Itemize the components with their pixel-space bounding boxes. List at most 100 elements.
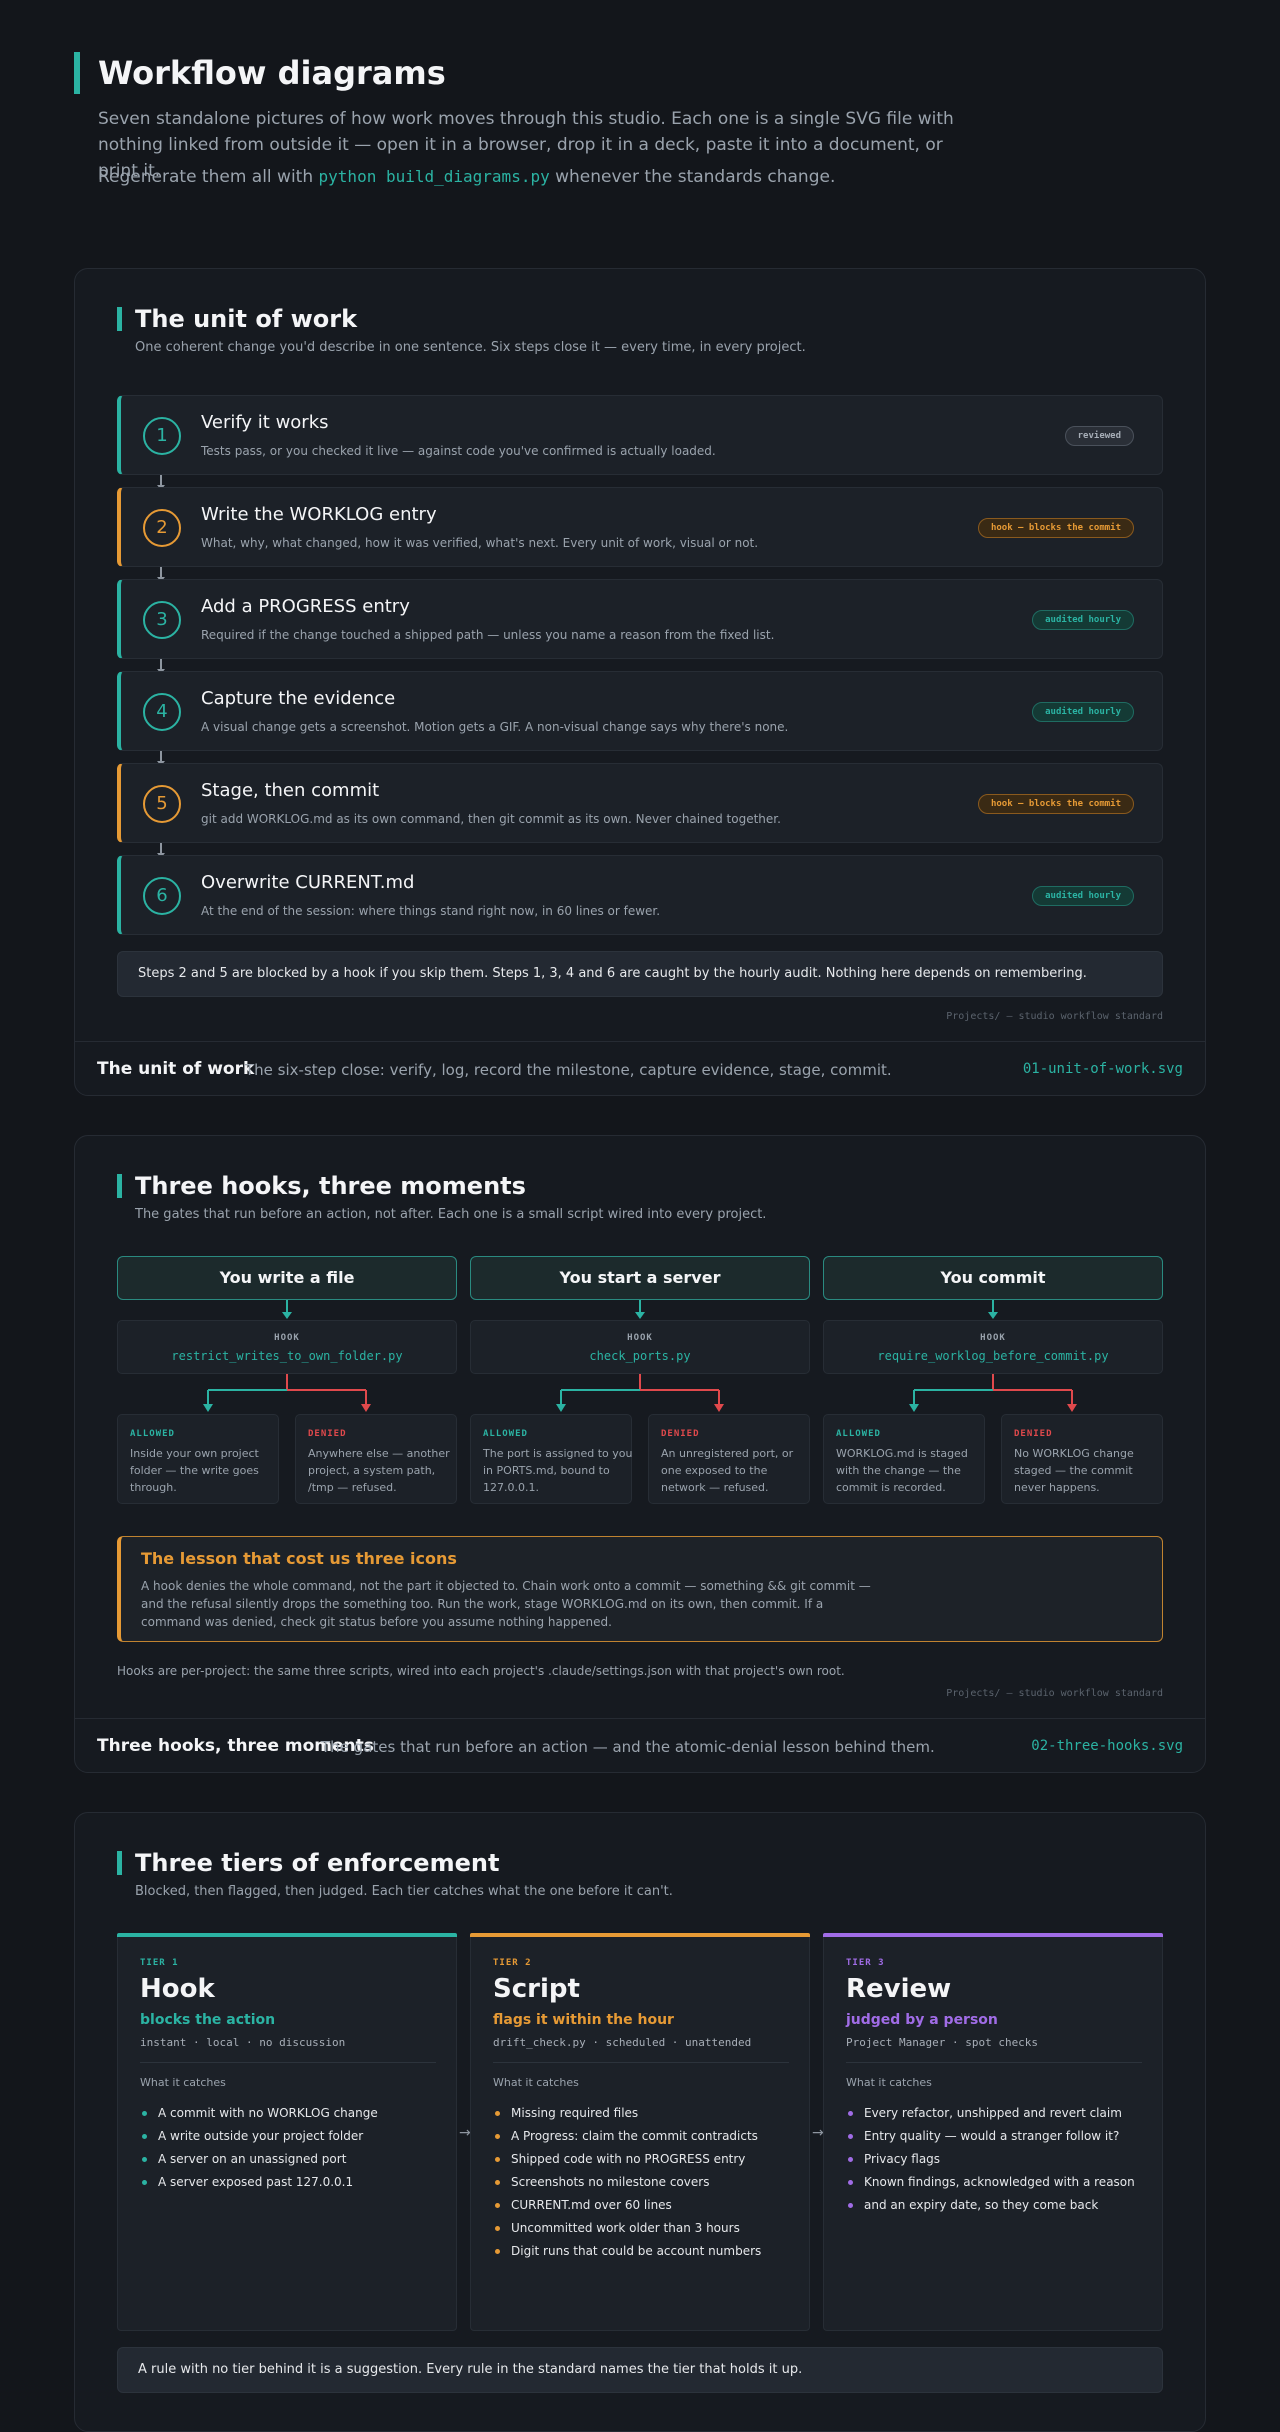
step-number: 5 <box>143 785 181 823</box>
step-number: 3 <box>143 601 181 639</box>
tiers-note: A rule with no tier behind it is a sugge… <box>117 2347 1163 2393</box>
step-badge: audited hourly <box>1032 702 1134 722</box>
hook-script-box: HOOK restrict_writes_to_own_folder.py <box>117 1320 457 1374</box>
hook-label: HOOK <box>274 1333 300 1343</box>
step-row: 4 Capture the evidence A visual change get… <box>117 671 1163 751</box>
outcome-description: An unregistered port, or one exposed to … <box>661 1447 794 1494</box>
outcome-label: ALLOWED <box>130 1429 175 1439</box>
lesson-text: A hook denies the whole command, not the… <box>141 1579 871 1629</box>
step-title: Verify it works <box>201 412 329 433</box>
hook-trigger: You start a server <box>470 1256 810 1300</box>
outcome-description: The port is assigned to you in PORTS.md,… <box>483 1447 633 1494</box>
card-accent-bar <box>117 1174 122 1198</box>
tier-catch-item: Every refactor, unshipped and revert cla… <box>846 2102 1156 2125</box>
tier-catch-item: Screenshots no milestone covers <box>493 2171 803 2194</box>
tier-meta: drift_check.py · scheduled · unattended <box>493 2036 752 2049</box>
tier-catch-item: A write outside your project folder <box>140 2125 450 2148</box>
step-description: What, why, what changed, how it was veri… <box>201 536 759 550</box>
footer-filename[interactable]: 01-unit-of-work.svg <box>1023 1061 1183 1077</box>
footer-description: The gates that run before an action — an… <box>321 1738 935 1756</box>
title-accent-bar <box>74 52 80 94</box>
outcome-description: Inside your own project folder — the wri… <box>130 1447 259 1494</box>
credit-line: Projects/ — studio workflow standard <box>946 1688 1163 1699</box>
tier-catch-item: Digit runs that could be account numbers <box>493 2240 803 2263</box>
three-hooks-card: Three hooks, three moments The gates tha… <box>74 1135 1206 1773</box>
regenerate-note: Regenerate them all with python build_di… <box>98 167 836 187</box>
tier-catch-item: Known findings, acknowledged with a reas… <box>846 2171 1156 2194</box>
footer-description: The six-step close: verify, log, record … <box>245 1061 892 1079</box>
tier-card: TIER 2 Script flags it within the hour drif… <box>470 1933 810 2331</box>
tiers-row: TIER 1 Hook blocks the action instant · loc… <box>117 1933 1163 2333</box>
step-connector-arrow <box>157 751 165 766</box>
hook-outcome-allowed: ALLOWED WORKLOG.md is staged with the cha… <box>823 1414 985 1504</box>
outcome-label: DENIED <box>308 1429 347 1439</box>
step-description: A visual change gets a screenshot. Motio… <box>201 720 789 734</box>
tier-catches-list: Every refactor, unshipped and revert cla… <box>846 2102 1156 2217</box>
tier-catch-item: Missing required files <box>493 2102 803 2125</box>
step-badge: audited hourly <box>1032 886 1134 906</box>
tier-catches-heading: What it catches <box>846 2076 932 2089</box>
step-row: 1 Verify it works Tests pass, or you check… <box>117 395 1163 475</box>
tier-accent-bar <box>470 1933 810 1937</box>
step-connector-arrow <box>157 659 165 674</box>
hook-script-name: require_worklog_before_commit.py <box>877 1349 1109 1363</box>
regenerate-command: python build_diagrams.py <box>318 167 550 186</box>
tier-catch-item: A server exposed past 127.0.0.1 <box>140 2171 450 2194</box>
lesson-callout: The lesson that cost us three icons A ho… <box>117 1536 1163 1642</box>
hook-trigger: You write a file <box>117 1256 457 1300</box>
unit-of-work-card: The unit of work One coherent change you… <box>74 268 1206 1096</box>
tier-catches-heading: What it catches <box>493 2076 579 2089</box>
tier-tagline: blocks the action <box>140 2012 276 2028</box>
tier-name: Review <box>846 1974 952 2004</box>
card-subtitle: Blocked, then flagged, then judged. Each… <box>135 1884 673 1899</box>
tier-arrow-icon: → <box>459 2125 471 2141</box>
step-badge: hook — blocks the commit <box>977 794 1134 814</box>
tier-arrow-icon: → <box>812 2125 824 2141</box>
lesson-title: The lesson that cost us three icons <box>141 1549 457 1568</box>
hook-trigger: You commit <box>823 1256 1163 1300</box>
step-description: At the end of the session: where things … <box>201 904 661 918</box>
tier-divider <box>846 2062 1142 2063</box>
tier-meta: Project Manager · spot checks <box>846 2036 1039 2049</box>
outcome-description: WORKLOG.md is staged with the change — t… <box>836 1447 968 1494</box>
page-title: Workflow diagrams <box>98 54 446 92</box>
hook-script-name: check_ports.py <box>589 1349 691 1363</box>
step-description: git add WORKLOG.md as its own command, t… <box>201 812 781 826</box>
tier-catches-heading: What it catches <box>140 2076 226 2089</box>
three-tiers-card: Three tiers of enforcement Blocked, then… <box>74 1812 1206 2432</box>
hook-outcome-allowed: ALLOWED Inside your own project folder — … <box>117 1414 279 1504</box>
tier-catch-item: CURRENT.md over 60 lines <box>493 2194 803 2217</box>
step-description: Tests pass, or you checked it live — aga… <box>201 444 716 458</box>
step-row: 2 Write the WORKLOG entry What, why, what … <box>117 487 1163 567</box>
card-accent-bar <box>117 1851 122 1875</box>
card-title: Three hooks, three moments <box>135 1172 526 1200</box>
footer-title: The unit of work <box>97 1059 255 1079</box>
step-title: Stage, then commit <box>201 780 380 801</box>
step-badge: audited hourly <box>1032 610 1134 630</box>
tier-card: TIER 1 Hook blocks the action instant · loc… <box>117 1933 457 2331</box>
footer-filename[interactable]: 02-three-hooks.svg <box>1031 1738 1183 1754</box>
tier-catch-item: A commit with no WORKLOG change <box>140 2102 450 2125</box>
tier-name: Script <box>493 1974 580 2004</box>
step-number: 2 <box>143 509 181 547</box>
step-number: 6 <box>143 877 181 915</box>
step-badge: reviewed <box>1064 426 1134 446</box>
step-number: 4 <box>143 693 181 731</box>
hook-script-box: HOOK require_worklog_before_commit.py <box>823 1320 1163 1374</box>
outcome-description: No WORKLOG change staged — the commit ne… <box>1014 1447 1134 1494</box>
step-connector-arrow <box>157 567 165 582</box>
step-connector-arrow <box>157 843 165 858</box>
card-subtitle: One coherent change you'd describe in on… <box>135 340 806 355</box>
tier-label: TIER 2 <box>493 1958 532 1968</box>
tier-catches-list: A commit with no WORKLOG change A write o… <box>140 2102 450 2194</box>
step-title: Overwrite CURRENT.md <box>201 872 415 893</box>
step-title: Capture the evidence <box>201 688 396 709</box>
hooks-footnote: Hooks are per-project: the same three sc… <box>117 1664 845 1678</box>
card-title: The unit of work <box>135 305 358 333</box>
outcome-label: ALLOWED <box>483 1429 528 1439</box>
card-footer: Three hooks, three moments The gates tha… <box>75 1718 1205 1772</box>
hooks-diagram: You write a file HOOK restrict_writes_to_o… <box>117 1256 1163 1516</box>
tier-accent-bar <box>823 1933 1163 1937</box>
step-badge: hook — blocks the commit <box>977 518 1134 538</box>
steps-note: Steps 2 and 5 are blocked by a hook if y… <box>117 951 1163 997</box>
